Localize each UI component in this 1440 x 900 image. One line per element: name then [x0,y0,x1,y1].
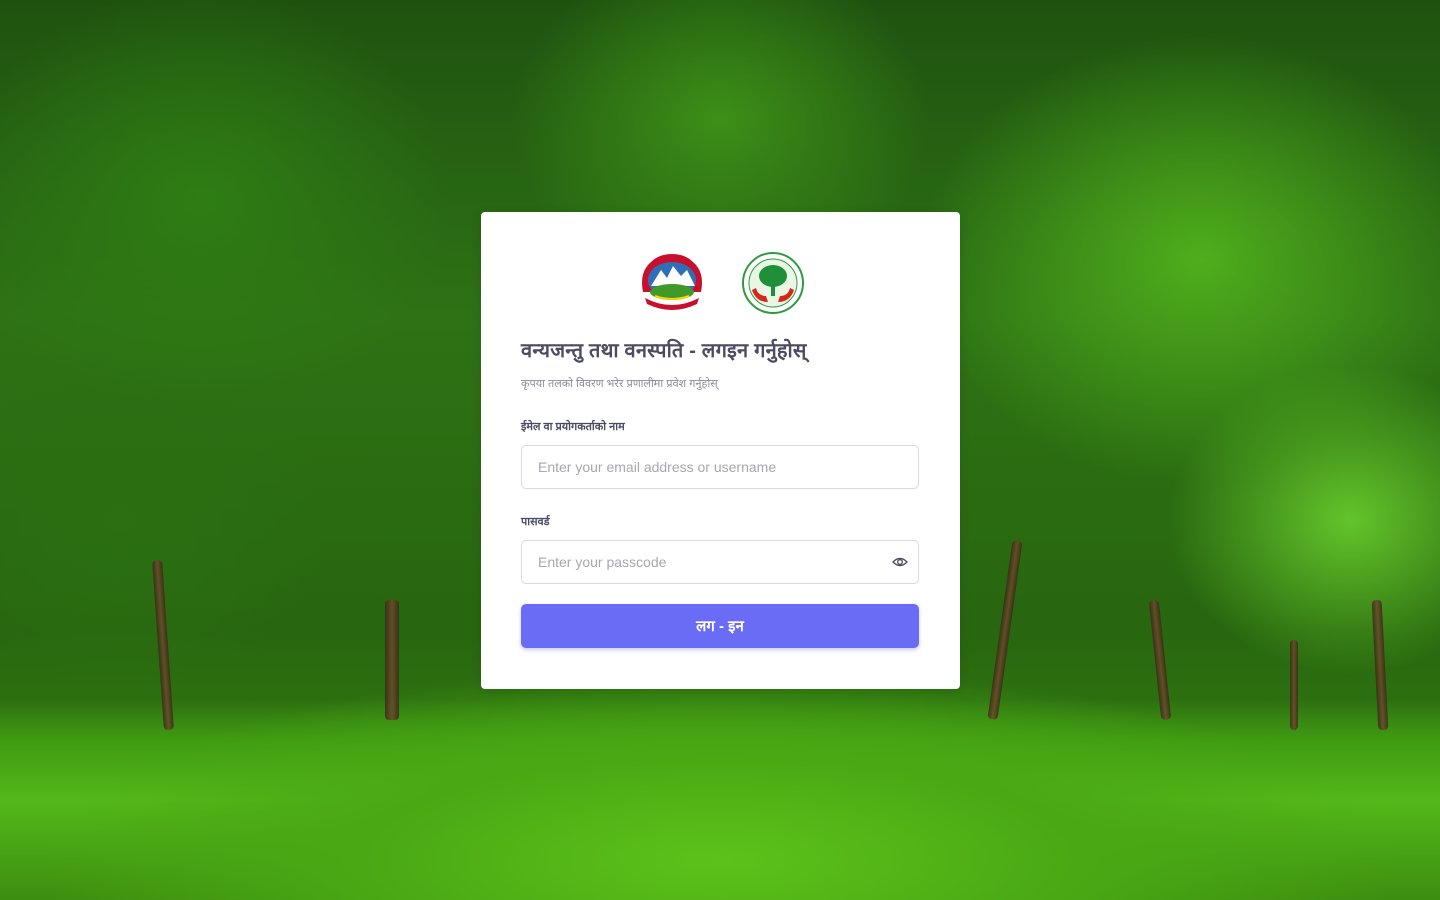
username-label: ईमेल वा प्रयोगकर्ताको नाम [521,421,625,433]
nepal-emblem-logo [642,254,702,310]
page-title: वन्यजन्तु तथा वनस्पति - लगइन गर्नुहोस् [521,340,807,362]
logo-row [481,252,960,314]
username-field-wrapper [521,445,919,489]
username-input[interactable] [538,446,878,488]
password-input[interactable] [538,541,878,583]
eye-icon[interactable] [892,554,908,570]
tree-trunk [1148,599,1172,721]
password-field-wrapper [521,540,919,584]
tree-trunk [385,600,399,720]
login-card: वन्यजन्तु तथा वनस्पति - लगइन गर्नुहोस् क… [481,212,960,689]
forest-department-logo [742,252,804,314]
password-label: पासवर्ड [521,516,550,528]
tree-trunk [152,559,174,731]
tree-trunk [1371,599,1389,731]
tree-trunk [1290,640,1298,730]
tree-trunk [987,540,1023,720]
page-subtitle: कृपया तलको विवरण भरेर प्रणालीमा प्रवेश ग… [521,378,718,390]
login-button[interactable]: लग - इन [521,604,919,648]
